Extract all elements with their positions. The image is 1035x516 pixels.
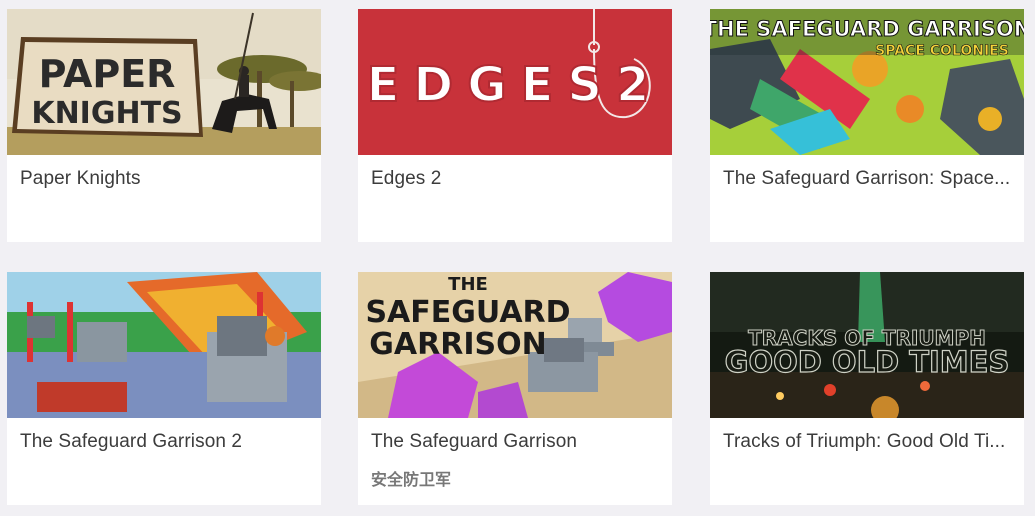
game-title[interactable]: Edges 2	[371, 168, 663, 190]
game-title[interactable]: The Safeguard Garrison: Space...	[723, 168, 1015, 190]
banner-line: PAPER	[39, 52, 176, 96]
banner-line: THE SAFEGUARD GARRISON	[710, 17, 1024, 41]
banner-line: THE	[448, 274, 488, 295]
banner-line: EDGES2	[367, 57, 664, 113]
game-card-tracks-of-triumph[interactable]: TRACKS OF TRIUMPH GOOD OLD TIMES Tracks …	[710, 272, 1024, 505]
game-card-safeguard[interactable]: THE SAFEGUARD GARRISON The Safeguard Gar…	[358, 272, 672, 505]
game-card-paper-knights[interactable]: PAPER KNIGHTS Paper Knights	[7, 9, 321, 242]
game-card-edges-2[interactable]: EDGES2 Edges 2	[358, 9, 672, 242]
banner-line: SPACE COLONIES	[875, 43, 1009, 59]
game-subtitle: 安全防卫军	[371, 470, 452, 489]
game-thumbnail[interactable]: EDGES2	[358, 9, 672, 155]
game-thumbnail[interactable]	[7, 272, 321, 418]
game-thumbnail[interactable]: THE SAFEGUARD GARRISON	[358, 272, 672, 418]
game-card-safeguard-space[interactable]: THE SAFEGUARD GARRISON SPACE COLONIES Th…	[710, 9, 1024, 242]
game-thumbnail[interactable]: PAPER KNIGHTS	[7, 9, 321, 155]
banner-line: SAFEGUARD	[365, 295, 570, 330]
game-thumbnail[interactable]: THE SAFEGUARD GARRISON SPACE COLONIES	[710, 9, 1024, 155]
game-title[interactable]: Paper Knights	[20, 168, 312, 190]
banner-line: GOOD OLD TIMES	[725, 345, 1010, 379]
game-title[interactable]: The Safeguard Garrison	[371, 431, 663, 453]
banner-line: KNIGHTS	[31, 96, 182, 131]
game-card-safeguard-2[interactable]: The Safeguard Garrison 2	[7, 272, 321, 505]
game-title[interactable]: Tracks of Triumph: Good Old Ti...	[723, 431, 1015, 453]
game-title[interactable]: The Safeguard Garrison 2	[20, 431, 312, 453]
banner-line: GARRISON	[369, 327, 546, 362]
game-thumbnail[interactable]: TRACKS OF TRIUMPH GOOD OLD TIMES	[710, 272, 1024, 418]
